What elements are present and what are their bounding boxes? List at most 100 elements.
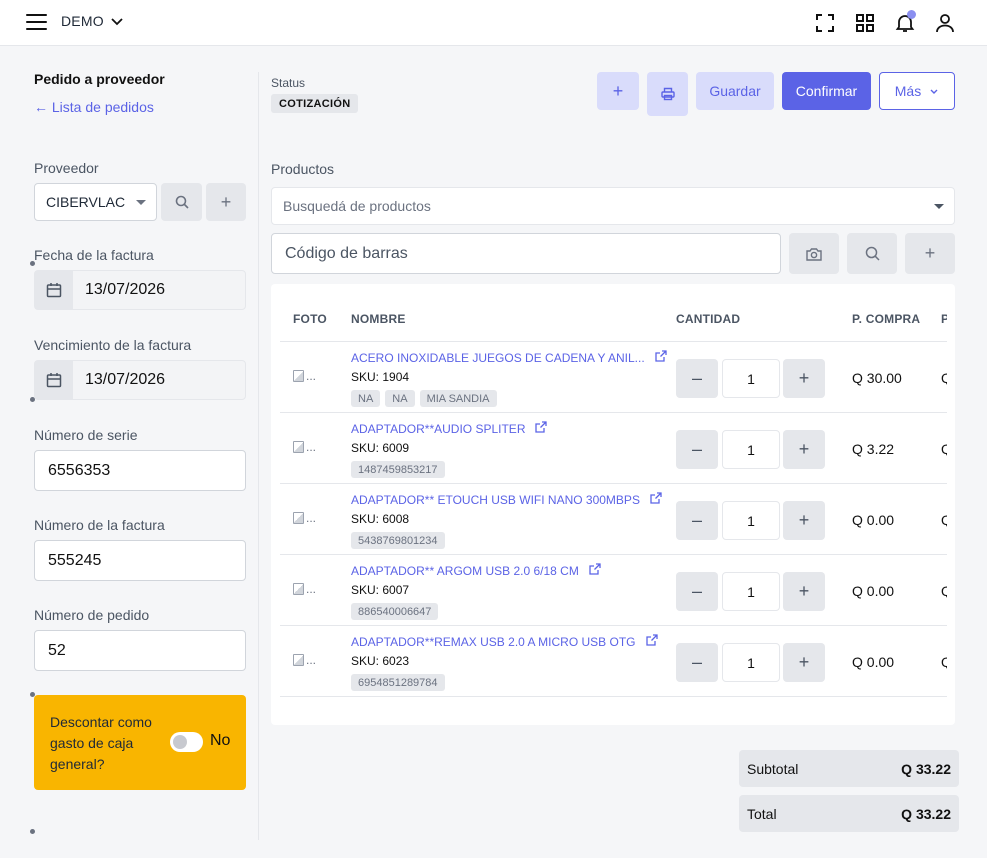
external-link-icon — [655, 350, 667, 365]
proveedor-select[interactable]: CIBERVLAC — [34, 183, 157, 221]
photo-alt: ... — [306, 369, 317, 383]
total-label: Total — [747, 805, 777, 822]
product-search-select[interactable]: Busquedá de productos — [271, 187, 955, 225]
product-name-link[interactable]: ADAPTADOR** ARGOM USB 2.0 6/18 CM — [351, 563, 601, 578]
plus-icon: + — [924, 243, 936, 263]
table-row: ... ADAPTADOR** ETOUCH USB WIFI NANO 300M… — [271, 484, 955, 555]
increase-qty-button[interactable]: + — [783, 572, 825, 611]
product-photo: ... — [293, 581, 321, 597]
product-name-link[interactable]: ADAPTADOR** ETOUCH USB WIFI NANO 300MBPS — [351, 492, 662, 507]
plus-icon: + — [798, 439, 810, 459]
increase-qty-button[interactable]: + — [783, 430, 825, 469]
add-product-button[interactable]: + — [905, 233, 955, 274]
barcode-input[interactable]: Código de barras — [271, 233, 781, 274]
product-tag: 1487459853217 — [351, 461, 445, 478]
product-price: Q 0.00 — [852, 512, 895, 528]
qty-input[interactable]: 1 — [722, 430, 780, 469]
print-button[interactable] — [647, 72, 688, 116]
vencimiento-field[interactable]: 13/07/2026 — [34, 360, 246, 400]
add-proveedor-button[interactable]: + — [206, 183, 246, 221]
product-name: ADAPTADOR**AUDIO SPLITER — [351, 421, 526, 436]
plus-icon: + — [798, 368, 810, 388]
total-value: Q 33.22 — [901, 805, 951, 822]
table-row: ... ACERO INOXIDABLE JUEGOS DE CADENA Y A… — [271, 342, 955, 413]
bell-icon[interactable] — [893, 10, 917, 35]
caret-down-icon — [136, 200, 146, 205]
decrease-qty-button[interactable]: – — [676, 359, 718, 398]
photo-alt: ... — [306, 582, 317, 596]
mas-label: Más — [894, 83, 922, 99]
increase-qty-button[interactable]: + — [783, 501, 825, 540]
decrease-qty-button[interactable]: – — [676, 430, 718, 469]
proveedor-value: CIBERVLAC — [46, 194, 126, 210]
grid-icon[interactable] — [853, 11, 877, 35]
fullscreen-icon[interactable] — [813, 11, 837, 35]
minus-icon: – — [691, 581, 702, 601]
qty-input[interactable]: 1 — [722, 501, 780, 540]
decrease-qty-button[interactable]: – — [676, 501, 718, 540]
product-tag: NA — [385, 390, 415, 407]
factura-input[interactable]: 555245 — [34, 540, 246, 581]
external-link-icon — [535, 421, 548, 436]
back-to-orders-link[interactable]: ← Lista de pedidos — [34, 99, 154, 115]
product-price: Q 0.00 — [852, 583, 895, 599]
add-button[interactable]: + — [597, 72, 639, 110]
status-label: Status — [271, 76, 306, 90]
search-product-button[interactable] — [847, 233, 897, 274]
search-proveedor-button[interactable] — [161, 183, 202, 221]
product-name-link[interactable]: ADAPTADOR**REMAX USB 2.0 A MICRO USB OTG — [351, 634, 658, 649]
col-nombre: NOMBRE — [351, 312, 406, 326]
row-divider — [280, 696, 947, 697]
plus-icon: + — [798, 652, 810, 672]
external-link-icon — [650, 492, 662, 507]
increase-qty-button[interactable]: + — [783, 359, 825, 398]
qty-input[interactable]: 1 — [722, 572, 780, 611]
fecha-factura-field[interactable]: 13/07/2026 — [34, 270, 246, 310]
menu-icon[interactable] — [26, 14, 47, 30]
products-label: Productos — [271, 161, 335, 177]
product-clipped-value: Q — [941, 441, 947, 457]
brand-selector[interactable]: DEMO — [61, 13, 124, 29]
confirmar-button[interactable]: Confirmar — [782, 72, 871, 110]
table-row: ... ADAPTADOR** ARGOM USB 2.0 6/18 CM SKU:… — [271, 555, 955, 626]
product-name-link[interactable]: ADAPTADOR**AUDIO SPLITER — [351, 421, 548, 436]
status-badge: COTIZACIÓN — [271, 94, 359, 113]
plus-icon: + — [798, 510, 810, 530]
vencimiento-label: Vencimiento de la factura — [34, 337, 192, 353]
product-tags: 6954851289784 — [351, 674, 445, 691]
product-name: ADAPTADOR**REMAX USB 2.0 A MICRO USB OTG — [351, 634, 636, 649]
column-divider — [258, 72, 259, 840]
product-tags: 1487459853217 — [351, 461, 445, 478]
drag-dot — [30, 829, 35, 834]
decrease-qty-button[interactable]: – — [676, 572, 718, 611]
user-icon[interactable] — [933, 11, 957, 35]
col-precio: P. COMPRA — [852, 312, 921, 326]
broken-image-icon — [293, 583, 304, 595]
broken-image-icon — [293, 654, 304, 666]
caret-down-icon — [934, 204, 944, 209]
serie-input[interactable]: 6556353 — [34, 450, 246, 491]
increase-qty-button[interactable]: + — [783, 643, 825, 682]
plus-icon: + — [612, 80, 624, 101]
qty-input[interactable]: 1 — [722, 643, 780, 682]
product-photo: ... — [293, 510, 321, 526]
col-clipped: P — [941, 312, 947, 326]
decrease-qty-button[interactable]: – — [676, 643, 718, 682]
guardar-button[interactable]: Guardar — [696, 72, 774, 110]
product-photo: ... — [293, 368, 321, 384]
minus-icon: – — [691, 652, 702, 672]
product-name-link[interactable]: ACERO INOXIDABLE JUEGOS DE CADENA Y ANIL… — [351, 350, 667, 365]
product-price: Q 0.00 — [852, 654, 895, 670]
product-tag: MIA SANDIA — [419, 390, 497, 407]
arrow-left-icon: ← — [34, 99, 48, 115]
descontar-text: Descontar como gasto de caja general? — [50, 714, 152, 772]
photo-alt: ... — [306, 440, 317, 454]
pedido-input[interactable]: 52 — [34, 630, 246, 671]
mas-button[interactable]: Más — [879, 72, 955, 110]
product-tags: NA NA MIA SANDIA — [351, 390, 497, 407]
qty-input[interactable]: 1 — [722, 359, 780, 398]
descontar-card: Descontar como gasto de caja general? No — [34, 695, 246, 790]
camera-scan-button[interactable] — [789, 233, 839, 274]
factura-label: Número de la factura — [34, 517, 165, 533]
descontar-toggle[interactable] — [170, 732, 203, 752]
